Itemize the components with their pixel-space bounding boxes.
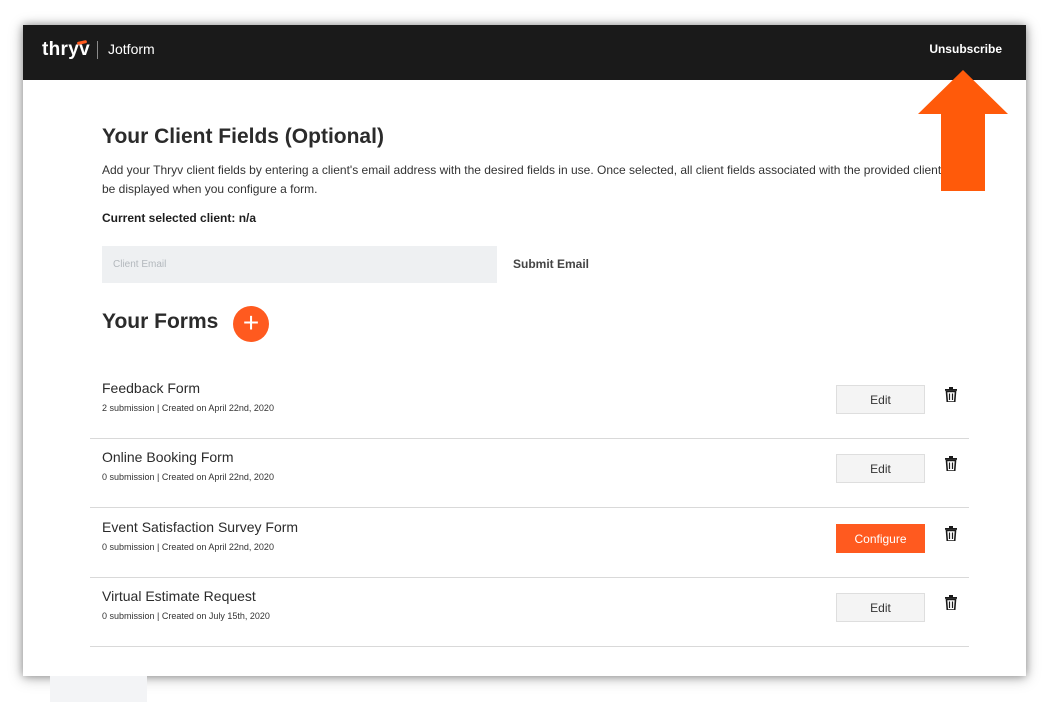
edit-button[interactable]: Edit <box>836 454 925 483</box>
up-arrow-icon <box>918 70 1008 191</box>
trash-icon[interactable] <box>945 456 957 471</box>
trash-icon[interactable] <box>945 595 957 610</box>
trash-icon[interactable] <box>945 387 957 402</box>
form-meta: 0 submission | Created on April 22nd, 20… <box>102 472 274 482</box>
form-row: Online Booking Form 0 submission | Creat… <box>90 439 969 508</box>
brand-divider <box>97 41 98 59</box>
top-bar: thryv Jotform Unsubscribe <box>23 25 1026 80</box>
edit-button[interactable]: Edit <box>836 593 925 622</box>
form-name: Feedback Form <box>102 380 201 396</box>
app-window: thryv Jotform Unsubscribe Your Client Fi… <box>23 25 1026 676</box>
unsubscribe-link[interactable]: Unsubscribe <box>929 42 1002 56</box>
your-forms-title: Your Forms <box>102 310 219 333</box>
background-tab <box>50 676 147 702</box>
form-name: Online Booking Form <box>102 449 234 465</box>
form-name: Event Satisfaction Survey Form <box>102 519 299 535</box>
form-meta: 0 submission | Created on July 15th, 202… <box>102 611 270 621</box>
form-name: Virtual Estimate Request <box>102 588 256 604</box>
add-form-button[interactable]: + <box>233 306 269 342</box>
form-meta: 0 submission | Created on April 22nd, 20… <box>102 542 274 552</box>
trash-icon[interactable] <box>945 526 957 541</box>
form-row: Feedback Form 2 submission | Created on … <box>90 370 969 439</box>
form-row: Virtual Estimate Request 0 submission | … <box>90 578 969 647</box>
product-name: Jotform <box>108 41 155 57</box>
client-fields-title: Your Client Fields (Optional) <box>102 125 384 148</box>
current-client-label: Current selected client: n/a <box>102 211 257 225</box>
submit-email-button[interactable]: Submit Email <box>513 257 589 271</box>
client-email-input[interactable] <box>102 246 497 283</box>
client-fields-description: Add your Thryv client fields by entering… <box>102 163 962 196</box>
configure-button[interactable]: Configure <box>836 524 925 553</box>
form-meta: 2 submission | Created on April 22nd, 20… <box>102 403 274 413</box>
form-row: Event Satisfaction Survey Form 0 submiss… <box>90 509 969 578</box>
edit-button[interactable]: Edit <box>836 385 925 414</box>
